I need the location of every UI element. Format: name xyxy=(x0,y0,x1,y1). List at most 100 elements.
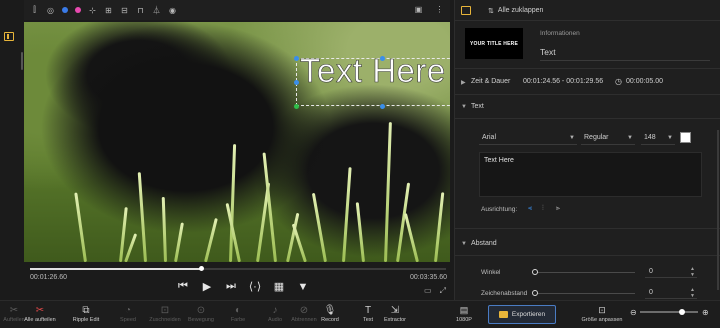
stepper-icon[interactable]: ▲ ▼ xyxy=(690,266,695,278)
font-color-swatch[interactable] xyxy=(680,132,691,143)
prev-frame-icon[interactable]: ⏮ xyxy=(176,280,190,293)
collapse-all-button[interactable]: ⇅ Alle zuklappen xyxy=(488,7,543,15)
ripple-icon: ⧉ xyxy=(82,305,90,316)
extractor-icon: ⇲ xyxy=(390,305,400,316)
grass-blade xyxy=(311,192,327,262)
divider xyxy=(455,255,720,256)
zoom-out-icon[interactable]: ⊖ xyxy=(630,308,637,317)
settings-icon[interactable]: ⋮ xyxy=(435,5,444,14)
chevron-right-icon[interactable]: ▶ xyxy=(461,79,466,86)
text-overlay[interactable]: Text Here xyxy=(300,52,446,90)
char-spacing-value: 0 xyxy=(649,289,653,296)
playback-controls: ⏮ ▶ ⏭ ⟨·⟩ ▦ ▼ xyxy=(176,280,310,293)
fit-size-icon: ⊡ xyxy=(598,305,606,315)
quality-icon[interactable]: ▭ xyxy=(424,286,432,296)
panel-toggle-icon[interactable] xyxy=(4,32,14,41)
collapse-all-label: Alle zuklappen xyxy=(497,7,544,14)
time-section-title[interactable]: Zeit & Dauer xyxy=(471,78,510,85)
clock-icon: ◷ xyxy=(615,77,622,86)
panel-scrollbar[interactable] xyxy=(717,130,719,290)
dot-blue-icon[interactable] xyxy=(62,7,68,13)
properties-panel: ⇅ Alle zuklappen YOUR TITLE HERE Informa… xyxy=(454,0,720,300)
grass-blade xyxy=(124,233,138,262)
eye-icon[interactable]: ◉ xyxy=(168,6,177,15)
video-preview[interactable]: Text Here xyxy=(24,22,450,262)
playback-scrubber[interactable] xyxy=(30,266,446,271)
snapshot-icon[interactable]: ▦ xyxy=(272,280,286,293)
font-style-select[interactable]: Regular ▼ xyxy=(581,131,635,145)
resize-handle-tm[interactable] xyxy=(380,56,385,61)
grass-blade xyxy=(74,192,87,262)
circle-icon[interactable]: ◎ xyxy=(46,6,55,15)
angle-slider[interactable] xyxy=(535,272,635,273)
export-icon xyxy=(498,311,508,318)
resolution-button[interactable]: ▤ 1080P xyxy=(452,305,476,323)
voiceover-icon[interactable]: ▼ xyxy=(296,281,310,293)
tool-alle-aufteilen[interactable]: ✂ Alle aufteilen xyxy=(20,305,60,323)
tool-farbe[interactable]: ◐ Farbe xyxy=(218,305,258,323)
align-left-icon[interactable]: ⫷ xyxy=(528,205,532,213)
panel-dock-icon[interactable] xyxy=(461,6,471,15)
fullscreen-icon[interactable]: ⤢ xyxy=(440,286,446,296)
fit-size-button[interactable]: ⊡ Größe anpassen xyxy=(580,305,624,323)
dot-pink-icon[interactable] xyxy=(75,7,81,13)
preview-tools: ▭ ⤢ xyxy=(424,286,446,296)
rotate-handle[interactable] xyxy=(294,104,299,109)
zoom-slider-knob[interactable] xyxy=(678,309,685,315)
char-spacing-input[interactable]: 0 ▲ ▼ xyxy=(645,287,697,299)
tool-bewegung[interactable]: ⊙ Bewegung xyxy=(181,305,221,323)
tool-label: Audio xyxy=(267,317,283,323)
clip-name-field[interactable]: Text xyxy=(540,47,710,61)
scrubber-knob[interactable] xyxy=(198,266,204,271)
mark-in-out-icon[interactable]: ⟨·⟩ xyxy=(248,280,262,293)
export-button[interactable]: Exportieren xyxy=(488,305,556,324)
align-right-icon[interactable]: ⫸ xyxy=(556,205,560,213)
motion-icon: ⊙ xyxy=(196,305,206,316)
resize-handle-tl[interactable] xyxy=(294,56,299,61)
grid-icon[interactable]: ⫿ xyxy=(30,5,39,15)
brush-icon[interactable]: ⏃ xyxy=(152,6,161,15)
tool-ripple-edit[interactable]: ⧉ Ripple Edit xyxy=(66,305,106,323)
time-range: 00:01:24.56 - 00:01:29.56 xyxy=(523,78,604,85)
stepper-icon[interactable]: ▲ ▼ xyxy=(690,287,695,299)
text-content-input[interactable]: Text Here xyxy=(479,152,702,197)
chevron-down-icon[interactable]: ▼ xyxy=(461,104,467,110)
scrubber-progress xyxy=(30,268,201,270)
current-time: 00:01:26.60 xyxy=(30,274,67,281)
text-section-title[interactable]: Text xyxy=(471,103,484,110)
tool-record[interactable]: 🎙 Record xyxy=(310,305,350,323)
total-time: 00:03:35.60 xyxy=(410,274,447,281)
lock-icon[interactable]: ⊓ xyxy=(136,6,145,15)
tool-label: Extractor xyxy=(383,317,406,323)
tool-speed[interactable]: ◔ Speed xyxy=(108,305,148,323)
next-frame-icon[interactable]: ⏭ xyxy=(224,280,238,293)
resize-handle-ml[interactable] xyxy=(294,80,299,85)
tool-label: Farbe xyxy=(230,317,246,323)
camera-icon[interactable]: ▣ xyxy=(414,5,423,14)
spacing-section-title[interactable]: Abstand xyxy=(471,240,497,247)
mask-icon[interactable]: ⊞ xyxy=(104,6,113,15)
layers-icon[interactable]: ⊟ xyxy=(120,6,129,15)
grass-blade xyxy=(161,196,167,262)
zoom-in-icon[interactable]: ⊕ xyxy=(702,308,709,317)
char-spacing-slider[interactable] xyxy=(535,293,635,294)
font-select[interactable]: Arial ▼ xyxy=(479,131,577,145)
tool-extractor[interactable]: ⇲ Extractor xyxy=(375,305,415,323)
angle-slider-knob[interactable] xyxy=(532,269,538,275)
collapse-icon: ⇅ xyxy=(488,8,494,15)
resolution-label: 1080P xyxy=(456,317,472,323)
align-center-icon[interactable]: ⫶ xyxy=(542,205,544,213)
chevron-down-icon: ▼ xyxy=(667,135,673,141)
play-icon[interactable]: ▶ xyxy=(200,280,214,293)
duration: 00:00:05.00 xyxy=(626,78,663,85)
font-size-select[interactable]: 148 ▼ xyxy=(641,131,675,145)
chevron-down-icon[interactable]: ▼ xyxy=(461,241,467,247)
crop-icon[interactable]: ⊹ xyxy=(88,6,97,15)
scrollbar[interactable] xyxy=(21,52,23,70)
mic-icon: 🎙 xyxy=(323,305,337,316)
tool-zuschneiden[interactable]: ⊡ Zuschneiden xyxy=(145,305,185,323)
char-spacing-slider-knob[interactable] xyxy=(532,290,538,296)
resize-handle-bm[interactable] xyxy=(380,104,385,109)
angle-input[interactable]: 0 ▲ ▼ xyxy=(645,266,697,278)
zoom-slider[interactable] xyxy=(640,309,698,315)
